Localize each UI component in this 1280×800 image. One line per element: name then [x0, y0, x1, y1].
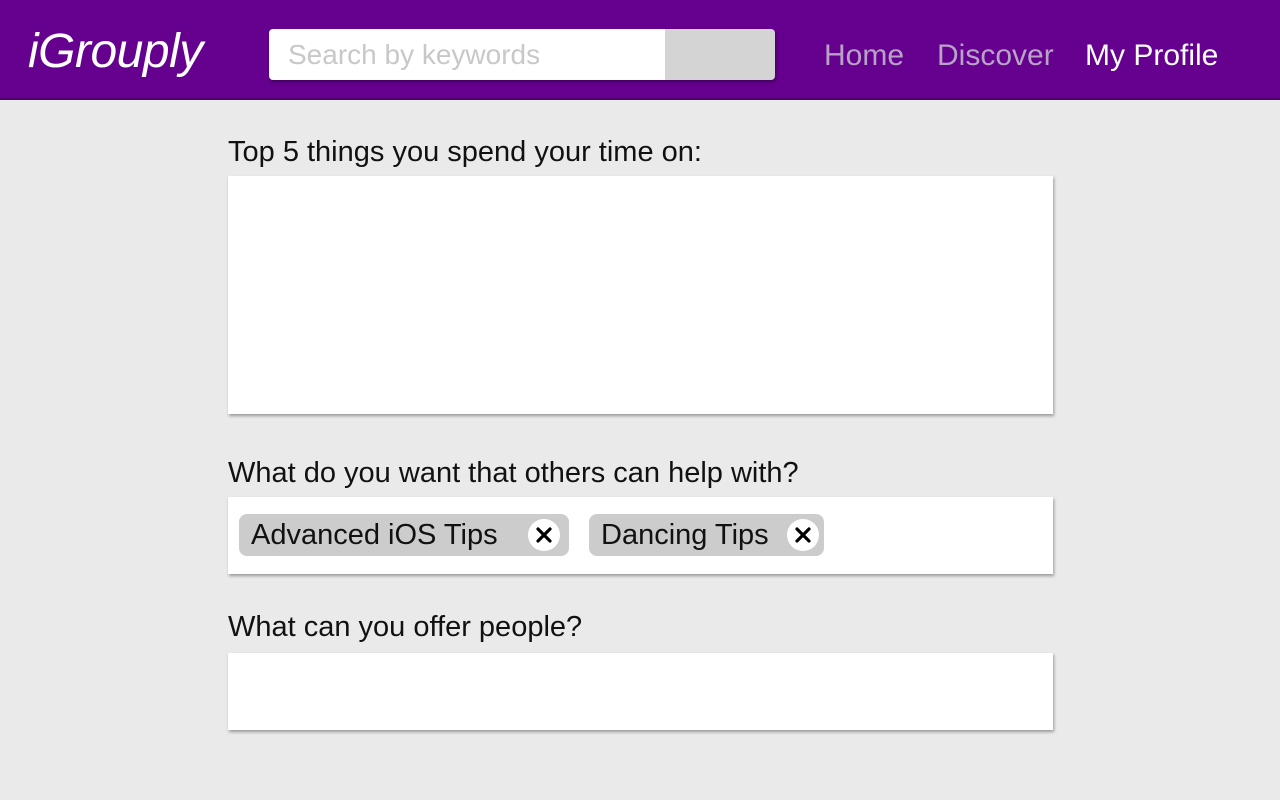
top5-label: Top 5 things you spend your time on: [228, 136, 702, 168]
tag-label: Dancing Tips [601, 519, 769, 551]
search-input[interactable] [269, 29, 665, 80]
want-help-label: What do you want that others can help wi… [228, 457, 799, 489]
app-logo[interactable]: iGrouply [28, 22, 203, 82]
search-bar [269, 29, 775, 80]
nav-my-profile-link[interactable]: My Profile [1085, 34, 1218, 78]
top5-field-container [228, 176, 1053, 414]
want-help-tag-field[interactable]: Advanced iOS Tips Dancing Tips [228, 497, 1053, 574]
offer-textarea[interactable] [228, 653, 1053, 730]
nav-home-link[interactable]: Home [824, 34, 904, 78]
tag-chip: Advanced iOS Tips [239, 514, 569, 556]
offer-field-container [228, 653, 1053, 730]
top5-textarea[interactable] [228, 176, 1053, 414]
close-icon[interactable] [528, 519, 560, 551]
top-navigation-bar: iGrouply Home Discover My Profile [0, 0, 1280, 100]
tag-label: Advanced iOS Tips [251, 519, 498, 551]
close-icon[interactable] [787, 519, 819, 551]
nav-discover-link[interactable]: Discover [937, 34, 1054, 78]
tag-chip: Dancing Tips [589, 514, 824, 556]
search-button[interactable] [665, 29, 775, 80]
offer-label: What can you offer people? [228, 611, 583, 643]
